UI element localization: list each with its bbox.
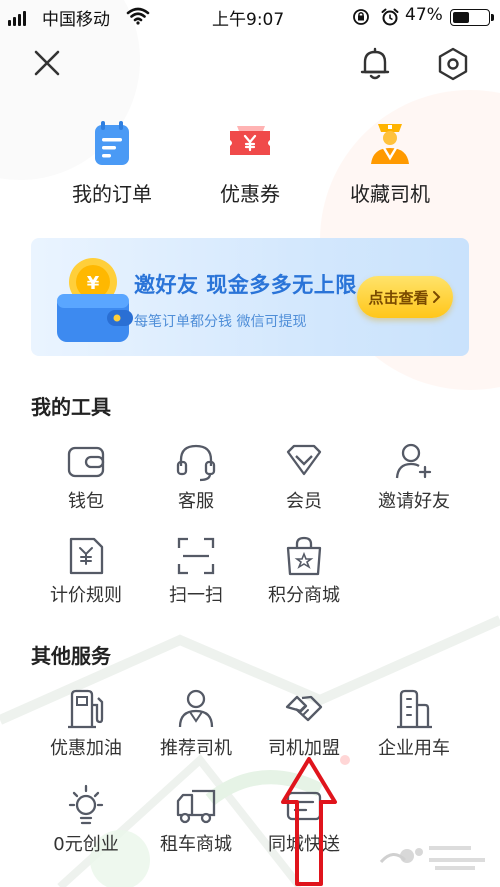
rotation-lock-icon [353, 9, 369, 25]
service-zero-cost-business[interactable]: 0元创业 [31, 783, 141, 863]
alarm-icon [381, 8, 399, 26]
quick-entry-label: 我的订单 [72, 182, 152, 206]
bell-icon [360, 47, 390, 80]
tool-label: 客服 [178, 491, 214, 512]
tool-pricing-rules[interactable]: 计价规则 [31, 534, 141, 614]
tool-points-mall[interactable]: 积分商城 [249, 534, 359, 614]
building-icon [397, 689, 432, 729]
tool-label: 邀请好友 [378, 491, 450, 512]
service-label: 推荐司机 [160, 738, 232, 759]
driver-favorite-icon [371, 124, 409, 164]
tool-label: 会员 [286, 491, 322, 512]
headset-icon [176, 444, 216, 482]
scan-icon [177, 537, 215, 575]
service-fuel-discount[interactable]: 优惠加油 [31, 687, 141, 767]
quick-entry-label: 优惠券 [220, 182, 280, 206]
section-title-my-tools: 我的工具 [31, 395, 111, 419]
watermark-logo [379, 846, 485, 870]
section-title-other-services: 其他服务 [31, 644, 111, 668]
tool-label: 扫一扫 [169, 585, 223, 606]
coupon-icon [230, 126, 270, 155]
quick-entry-label: 收藏司机 [350, 182, 430, 206]
view-details-label: 点击查看 [368, 288, 429, 307]
lightbulb-icon [68, 784, 104, 825]
invite-banner[interactable]: ¥ 邀好友 现金多多无上限 每笔订单都分钱 微信可提现 点击查看 [31, 238, 469, 356]
quick-entry-coupons[interactable]: 优惠券 [180, 118, 320, 208]
fuel-icon [68, 689, 104, 729]
battery-percentage: 47% [405, 5, 443, 25]
notification-button[interactable] [354, 43, 396, 85]
status-time: 上午9:07 [212, 10, 285, 30]
signal-icon [8, 11, 26, 26]
banner-subtitle: 每笔订单都分钱 微信可提现 [134, 314, 307, 330]
service-label: 0元创业 [53, 834, 119, 855]
banner-title: 邀好友 现金多多无上限 [134, 273, 357, 297]
tool-membership[interactable]: 会员 [249, 440, 359, 520]
order-icon [95, 121, 129, 165]
quick-entry-orders[interactable]: 我的订单 [42, 118, 182, 208]
tool-label: 计价规则 [50, 585, 122, 606]
service-label: 优惠加油 [50, 738, 122, 759]
tool-scan[interactable]: 扫一扫 [141, 534, 251, 614]
truck-icon [176, 789, 216, 824]
gear-icon [438, 47, 468, 81]
add-user-icon [395, 443, 432, 479]
service-label: 租车商城 [160, 834, 232, 855]
service-recommend-driver[interactable]: 推荐司机 [141, 687, 251, 767]
diamond-icon [286, 444, 322, 476]
service-driver-join[interactable]: 司机加盟 [249, 687, 359, 767]
tool-invite-friends[interactable]: 邀请好友 [359, 440, 469, 520]
close-button[interactable] [27, 43, 67, 83]
close-icon [34, 50, 60, 76]
settings-button[interactable] [432, 43, 474, 85]
battery-icon [450, 9, 494, 26]
tool-label: 积分商城 [268, 585, 340, 606]
price-rule-icon [69, 537, 104, 575]
tool-customer-service[interactable]: 客服 [141, 440, 251, 520]
driver-icon [178, 689, 214, 728]
carrier-name: 中国移动 [42, 10, 110, 30]
wallet-icon [67, 446, 105, 478]
service-label: 企业用车 [378, 738, 450, 759]
annotation-arrow [281, 757, 337, 886]
wifi-icon [126, 7, 150, 25]
quick-entry-favorite-drivers[interactable]: 收藏司机 [320, 118, 460, 208]
service-car-rental-mall[interactable]: 租车商城 [141, 783, 251, 863]
tool-label: 钱包 [68, 491, 104, 512]
handshake-icon [285, 695, 323, 722]
service-enterprise-car[interactable]: 企业用车 [359, 687, 469, 767]
shopping-bag-icon [286, 536, 322, 576]
tool-wallet[interactable]: 钱包 [31, 440, 141, 520]
status-bar: 中国移动 上午9:07 47% [0, 0, 500, 34]
view-details-button[interactable]: 点击查看 [357, 276, 453, 318]
chevron-right-icon [432, 291, 440, 303]
wallet-coin-illustration: ¥ [57, 258, 133, 342]
svg-text:¥: ¥ [87, 273, 100, 294]
